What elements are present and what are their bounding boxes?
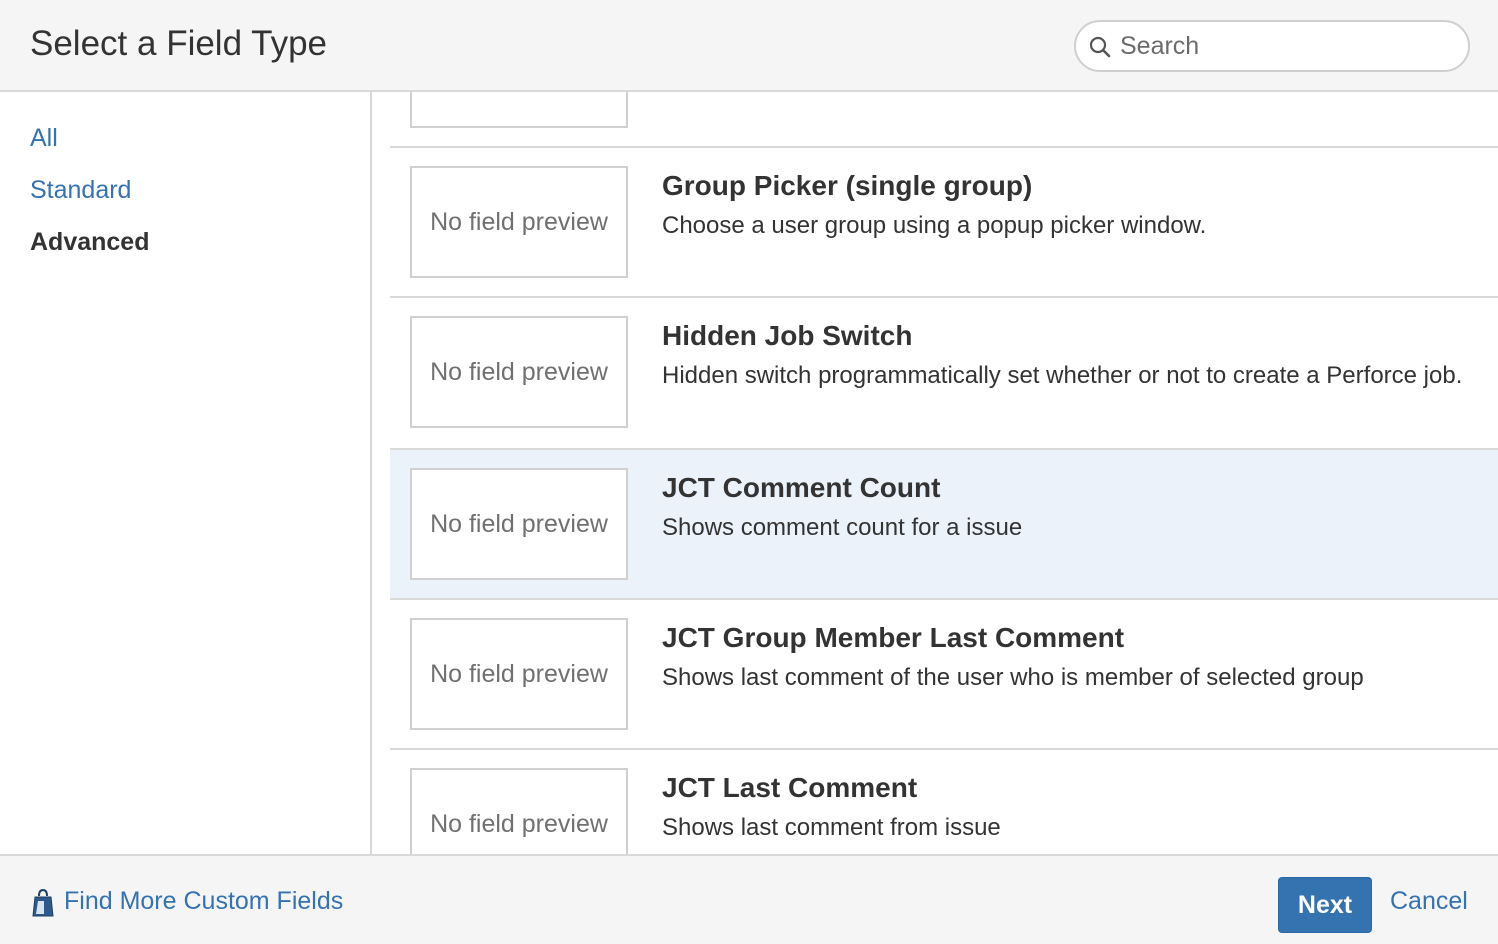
sidebar-item-standard[interactable]: Standard [30, 176, 131, 205]
search-box[interactable] [1074, 20, 1470, 72]
field-type-description: Shows last comment from issue [662, 814, 1001, 841]
search-icon [1089, 36, 1111, 58]
next-button[interactable]: Next [1278, 877, 1372, 933]
field-type-description: Shows comment count for a issue [662, 514, 1023, 541]
field-type-title: JCT Last Comment [662, 772, 918, 803]
field-type-list[interactable]: No field preview Group Picker (single gr… [372, 92, 1498, 854]
field-preview: No field preview [410, 166, 628, 278]
field-type-row-jct-comment-count[interactable]: No field preview JCT Comment Count Shows… [390, 448, 1498, 598]
category-sidebar: All Standard Advanced [0, 92, 372, 854]
field-preview: No field preview [410, 618, 628, 730]
field-type-row-group-picker[interactable]: No field preview Group Picker (single gr… [390, 146, 1498, 296]
sidebar-item-advanced[interactable]: Advanced [30, 228, 149, 257]
field-type-row-jct-last-comment[interactable]: No field preview JCT Last Comment Shows … [390, 748, 1498, 854]
field-type-title: JCT Group Member Last Comment [662, 622, 1125, 653]
field-type-row-hidden-job-switch[interactable]: No field preview Hidden Job Switch Hidde… [390, 296, 1498, 446]
field-type-title: JCT Comment Count [662, 472, 941, 503]
cancel-link[interactable]: Cancel [1390, 887, 1468, 916]
dialog-header: Select a Field Type [0, 0, 1498, 92]
field-type-title: Hidden Job Switch [662, 320, 913, 351]
find-more-custom-fields-link[interactable]: Find More Custom Fields [64, 887, 343, 916]
field-preview: No field preview [410, 316, 628, 428]
sidebar-item-all[interactable]: All [30, 124, 58, 153]
search-input[interactable] [1120, 30, 1450, 62]
field-preview-partial [410, 92, 628, 128]
field-type-row-jct-group-member-last-comment[interactable]: No field preview JCT Group Member Last C… [390, 598, 1498, 748]
dialog-footer: Find More Custom Fields Next Cancel [0, 854, 1498, 944]
dialog-title: Select a Field Type [30, 24, 328, 63]
field-type-title: Group Picker (single group) [662, 170, 1033, 201]
field-type-description: Hidden switch programmatically set wheth… [662, 362, 1463, 389]
field-type-description: Shows last comment of the user who is me… [662, 664, 1364, 691]
plugin-bag-icon [32, 888, 54, 917]
field-preview: No field preview [410, 768, 628, 854]
field-type-description: Choose a user group using a popup picker… [662, 212, 1207, 239]
field-preview: No field preview [410, 468, 628, 580]
